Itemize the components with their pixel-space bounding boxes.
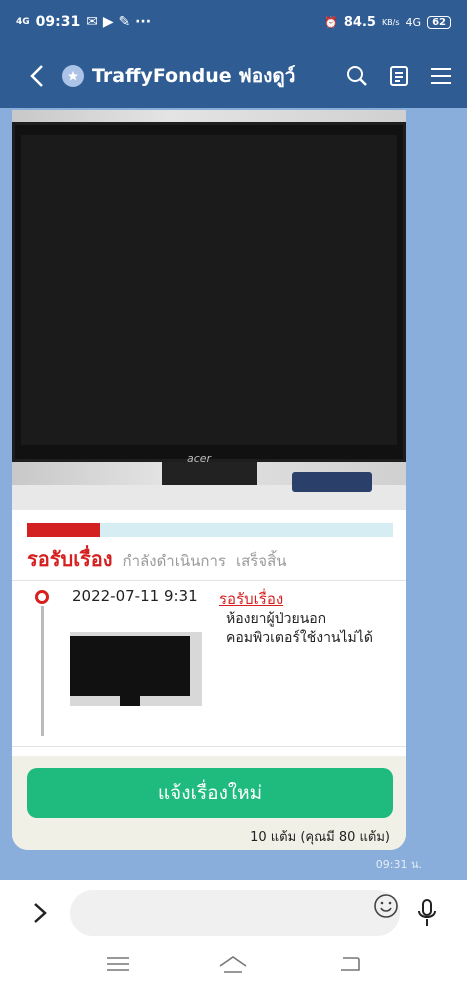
chat-header: TraffyFondue ฟองดูว์: [0, 50, 467, 102]
network-indicator-right: 4G: [405, 15, 422, 29]
timeline-description: ห้องยาผู้ป่วยนอก คอมพิวเตอร์ใช้งานไม่ได้: [226, 611, 373, 646]
microphone-icon[interactable]: [412, 896, 442, 930]
network-indicator-left: 4G: [16, 16, 30, 27]
step-waiting: รอรับเรื่อง: [27, 547, 113, 571]
points-text: 10 แต้ม (คุณมี 80 แต้ม): [250, 830, 390, 845]
verified-shield-icon: [62, 65, 84, 87]
new-report-button[interactable]: แจ้งเรื่องใหม่: [27, 768, 393, 818]
message-input[interactable]: [70, 890, 400, 936]
step-in-progress: กำลังดำเนินการ: [122, 552, 226, 570]
report-photo[interactable]: acer: [12, 110, 406, 510]
progress-fill: [27, 523, 101, 537]
battery-indicator: 62: [427, 15, 451, 29]
expand-chevron-icon[interactable]: [20, 893, 60, 933]
system-navigation-bar: [0, 946, 467, 982]
timeline-datetime: 2022-07-11 9:31: [72, 587, 198, 605]
divider: [12, 746, 406, 747]
report-card[interactable]: acer รอรับเรื่อง กำลังดำเนินการ เสร็จสิ้…: [12, 110, 406, 850]
status-steps: รอรับเรื่อง กำลังดำเนินการ เสร็จสิ้น: [27, 543, 286, 573]
status-time: 09:31: [35, 14, 81, 30]
timeline-thumbnail[interactable]: [70, 632, 202, 706]
message-timestamp: 09:31 น.: [375, 858, 422, 871]
network-unit: KB/s: [381, 17, 400, 27]
home-icon[interactable]: [213, 951, 253, 977]
progress-bar: [27, 523, 393, 537]
action-area: แจ้งเรื่องใหม่ 10 แต้ม (คุณมี 80 แต้ม): [12, 756, 406, 850]
emoji-icon[interactable]: [373, 893, 399, 919]
monitor-image: [12, 122, 406, 462]
notes-icon[interactable]: [385, 62, 413, 90]
status-bar: 4G 09:31 ✉ ▶ ✎ ··· ⏰ 84.5 KB/s 4G 62: [0, 0, 467, 44]
timeline-status-link[interactable]: รอรับเรื่อง: [219, 587, 283, 611]
step-done: เสร็จสิ้น: [235, 552, 287, 570]
recent-apps-icon[interactable]: [98, 951, 138, 977]
top-bar: 4G 09:31 ✉ ▶ ✎ ··· ⏰ 84.5 KB/s 4G 62 Tra…: [0, 0, 467, 108]
timeline: 2022-07-11 9:31 รอรับเรื่อง ห้องยาผู้ป่ว…: [12, 582, 406, 742]
menu-icon[interactable]: [427, 62, 455, 90]
alarm-icon: ⏰: [324, 15, 338, 29]
back-icon[interactable]: [22, 61, 52, 91]
network-speed: 84.5: [343, 14, 376, 30]
monitor-brand-label: acer: [187, 452, 212, 465]
timeline-dot-icon: [35, 590, 49, 604]
search-icon[interactable]: [343, 62, 371, 90]
divider: [12, 580, 406, 581]
chat-title: TraffyFondue ฟองดูว์: [92, 65, 296, 87]
notification-icons: ✉ ▶ ✎ ···: [86, 14, 152, 30]
timeline-line: [41, 606, 44, 736]
back-nav-icon[interactable]: [329, 951, 369, 977]
